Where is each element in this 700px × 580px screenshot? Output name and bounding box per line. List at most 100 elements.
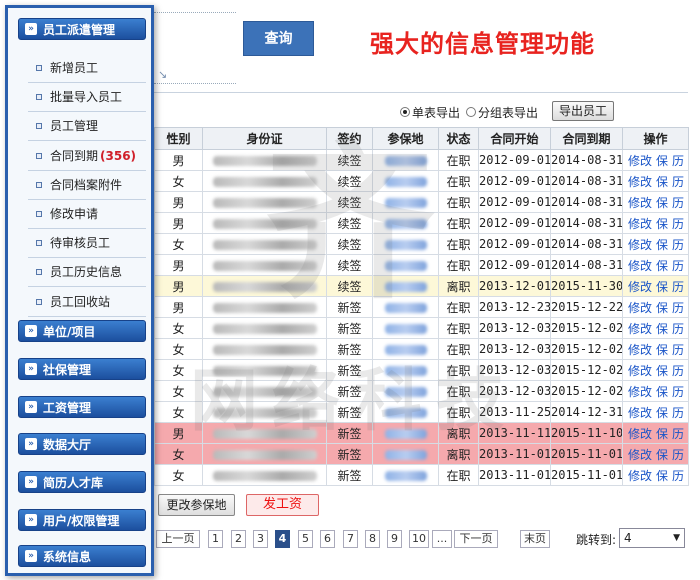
sidebar-section-unit[interactable]: » 单位/项目 bbox=[18, 320, 146, 342]
next-page-button[interactable]: 下一页 bbox=[454, 530, 498, 548]
edit-link[interactable]: 修改 bbox=[628, 217, 652, 231]
sidebar-section-social[interactable]: » 社保管理 bbox=[18, 358, 146, 380]
sidebar-section-salary[interactable]: » 工资管理 bbox=[18, 396, 146, 418]
edit-link[interactable]: 修改 bbox=[628, 259, 652, 273]
insurance-link[interactable]: 保 bbox=[656, 406, 668, 420]
sidebar-item[interactable]: 修改申请 bbox=[28, 200, 146, 229]
status-cell: 在职 bbox=[438, 338, 479, 360]
table-row: 女新签 离职 2013-11-01 2015-11-01 修改保历 bbox=[154, 443, 689, 465]
history-link[interactable]: 历 bbox=[672, 343, 684, 357]
id-card-cell bbox=[202, 338, 327, 360]
sidebar-section-data[interactable]: » 数据大厅 bbox=[18, 433, 146, 455]
edit-link[interactable]: 修改 bbox=[628, 364, 652, 378]
status-cell: 在职 bbox=[438, 317, 479, 339]
sidebar-item[interactable]: 合同到期 (356) bbox=[28, 142, 146, 171]
payroll-button[interactable]: 发工资 bbox=[246, 494, 319, 516]
sidebar-section-resume[interactable]: » 简历人才库 bbox=[18, 471, 146, 493]
insurance-link[interactable]: 保 bbox=[656, 259, 668, 273]
history-link[interactable]: 历 bbox=[672, 238, 684, 252]
status-cell: 在职 bbox=[438, 149, 479, 171]
edit-link[interactable]: 修改 bbox=[628, 322, 652, 336]
insurance-link[interactable]: 保 bbox=[656, 343, 668, 357]
grouped-export-radio[interactable] bbox=[466, 107, 477, 117]
page-number-button[interactable]: 2 bbox=[231, 530, 246, 548]
page-number-button[interactable]: 7 bbox=[343, 530, 358, 548]
history-link[interactable]: 历 bbox=[672, 280, 684, 294]
history-link[interactable]: 历 bbox=[672, 217, 684, 231]
sidebar-section-label: 社保管理 bbox=[43, 363, 92, 377]
sidebar-item[interactable]: 员工历史信息 bbox=[28, 258, 146, 288]
insurance-link[interactable]: 保 bbox=[656, 175, 668, 189]
sidebar-item[interactable]: 员工管理 bbox=[28, 112, 146, 142]
history-link[interactable]: 历 bbox=[672, 154, 684, 168]
insurance-link[interactable]: 保 bbox=[656, 154, 668, 168]
sidebar-item[interactable]: 待审核员工 bbox=[28, 229, 146, 259]
insurance-link[interactable]: 保 bbox=[656, 280, 668, 294]
insurance-link[interactable]: 保 bbox=[656, 448, 668, 462]
insurance-link[interactable]: 保 bbox=[656, 217, 668, 231]
edit-link[interactable]: 修改 bbox=[628, 343, 652, 357]
last-page-button[interactable]: 末页 bbox=[520, 530, 550, 548]
sidebar-item[interactable]: 新增员工 bbox=[28, 54, 146, 83]
insurance-link[interactable]: 保 bbox=[656, 322, 668, 336]
page-number-button[interactable]: 10 bbox=[409, 530, 429, 548]
page-number-button[interactable]: 9 bbox=[387, 530, 402, 548]
id-card-cell bbox=[202, 233, 327, 255]
sidebar-section-users[interactable]: » 用户/权限管理 bbox=[18, 509, 146, 531]
history-link[interactable]: 历 bbox=[672, 175, 684, 189]
edit-link[interactable]: 修改 bbox=[628, 385, 652, 399]
insurance-link[interactable]: 保 bbox=[656, 196, 668, 210]
change-insurance-button[interactable]: 更改参保地 bbox=[158, 494, 235, 516]
edit-link[interactable]: 修改 bbox=[628, 448, 652, 462]
gender-cell: 男 bbox=[154, 254, 203, 276]
history-link[interactable]: 历 bbox=[672, 259, 684, 273]
edit-link[interactable]: 修改 bbox=[628, 406, 652, 420]
redacted-id bbox=[212, 407, 317, 418]
history-link[interactable]: 历 bbox=[672, 427, 684, 441]
page-number-button[interactable]: ... bbox=[432, 530, 452, 548]
history-link[interactable]: 历 bbox=[672, 385, 684, 399]
page-number-button[interactable]: 3 bbox=[253, 530, 268, 548]
edit-link[interactable]: 修改 bbox=[628, 301, 652, 315]
page-number-button[interactable]: 8 bbox=[365, 530, 380, 548]
insurance-link[interactable]: 保 bbox=[656, 238, 668, 252]
edit-link[interactable]: 修改 bbox=[628, 175, 652, 189]
insurance-link[interactable]: 保 bbox=[656, 301, 668, 315]
history-link[interactable]: 历 bbox=[672, 364, 684, 378]
edit-link[interactable]: 修改 bbox=[628, 469, 652, 483]
history-link[interactable]: 历 bbox=[672, 469, 684, 483]
insurance-link[interactable]: 保 bbox=[656, 469, 668, 483]
history-link[interactable]: 历 bbox=[672, 406, 684, 420]
single-export-radio[interactable] bbox=[400, 107, 410, 117]
history-link[interactable]: 历 bbox=[672, 196, 684, 210]
page-number-button[interactable]: 4 bbox=[275, 530, 290, 548]
chevron-icon: » bbox=[25, 401, 37, 413]
history-link[interactable]: 历 bbox=[672, 322, 684, 336]
page-number-button[interactable]: 5 bbox=[298, 530, 313, 548]
sidebar-section-dispatch[interactable]: » 员工派遣管理 bbox=[18, 18, 146, 40]
sidebar-item[interactable]: 员工回收站 bbox=[28, 288, 146, 317]
page-number-button[interactable]: 6 bbox=[320, 530, 335, 548]
edit-link[interactable]: 修改 bbox=[628, 154, 652, 168]
sidebar-item[interactable]: 批量导入员工 bbox=[28, 83, 146, 113]
insurance-link[interactable]: 保 bbox=[656, 427, 668, 441]
grouped-export-label: 分组表导出 bbox=[478, 105, 539, 120]
query-button[interactable]: 查询 bbox=[243, 21, 314, 56]
edit-link[interactable]: 修改 bbox=[628, 280, 652, 294]
sidebar-section-system[interactable]: » 系统信息 bbox=[18, 545, 146, 567]
page-number-button[interactable]: 1 bbox=[208, 530, 223, 548]
edit-link[interactable]: 修改 bbox=[628, 427, 652, 441]
table-row: 女新签 在职 2013-12-03 2015-12-02 修改保历 bbox=[154, 359, 689, 381]
insurance-link[interactable]: 保 bbox=[656, 364, 668, 378]
export-employees-button[interactable]: 导出员工 bbox=[552, 101, 614, 121]
prev-page-button[interactable]: 上一页 bbox=[156, 530, 200, 548]
edit-link[interactable]: 修改 bbox=[628, 196, 652, 210]
table-row: 男续签 在职 2012-09-01 2014-08-31 修改保历 bbox=[154, 254, 689, 276]
history-link[interactable]: 历 bbox=[672, 301, 684, 315]
insurance-link[interactable]: 保 bbox=[656, 385, 668, 399]
history-link[interactable]: 历 bbox=[672, 448, 684, 462]
contract-start-cell: 2013-11-01 bbox=[478, 464, 551, 486]
sidebar-item[interactable]: 合同档案附件 bbox=[28, 171, 146, 200]
edit-link[interactable]: 修改 bbox=[628, 238, 652, 252]
jump-page-select[interactable]: 4 ▼ bbox=[619, 528, 685, 548]
